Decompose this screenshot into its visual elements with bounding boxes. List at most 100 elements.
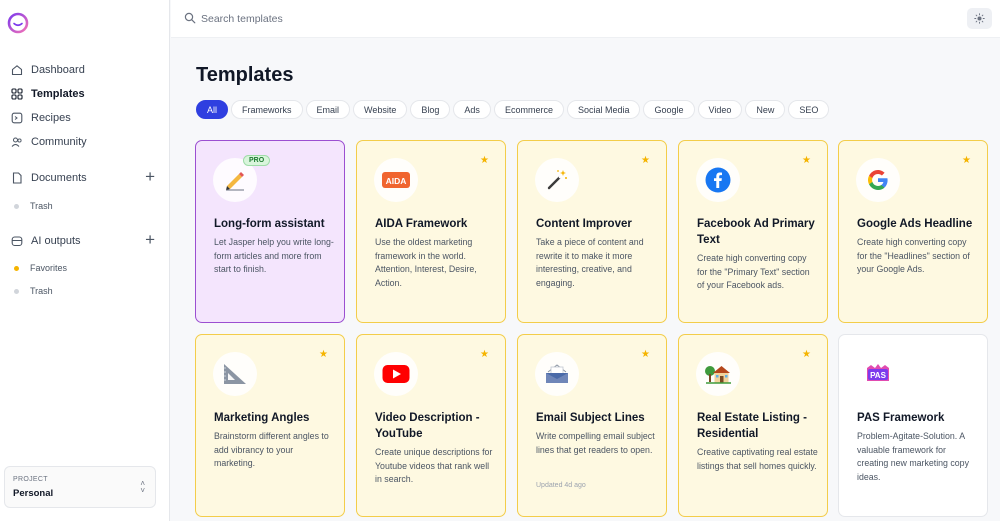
tab-social-media[interactable]: Social Media	[566, 100, 641, 119]
search-icon	[184, 12, 196, 24]
card-title: AIDA Framework	[375, 218, 468, 230]
template-card-real-estate-listing-residential[interactable]: ★ Real Estate Listing - Residential Crea…	[678, 334, 828, 517]
card-description: Create high converting copy for the "Pri…	[697, 253, 810, 290]
star-icon[interactable]: ★	[641, 156, 650, 166]
tab-new[interactable]: New	[745, 100, 786, 119]
card-description: Brainstorm different angles to add vibra…	[214, 431, 329, 468]
pro-badge: PRO	[243, 155, 271, 166]
card-description: Creative captivating real estate listing…	[697, 447, 818, 471]
documents-label: Documents	[31, 172, 87, 184]
house-icon	[696, 352, 740, 396]
card-description: Write compelling email subject lines tha…	[536, 431, 655, 455]
triangle-ruler-icon	[213, 352, 257, 396]
bullet-icon	[14, 203, 19, 209]
tab-blog[interactable]: Blog	[410, 100, 451, 119]
card-title: Real Estate Listing - Residential	[697, 412, 807, 440]
tab-frameworks[interactable]: Frameworks	[231, 100, 303, 119]
documents-trash-label: Trash	[30, 201, 53, 211]
ai-outputs-label: AI outputs	[31, 235, 81, 247]
card-description: Problem-Agitate-Solution. A valuable fra…	[857, 431, 969, 482]
google-icon	[856, 158, 900, 202]
star-icon[interactable]: ★	[802, 156, 811, 166]
card-title: Content Improver	[536, 218, 632, 230]
recipe-icon	[10, 112, 23, 125]
chevron-up-down-icon: ˄ ˅	[140, 479, 145, 495]
sidebar-item-label: Recipes	[31, 112, 71, 124]
template-card-content-improver[interactable]: ★ Content Improver Take a piece of conte…	[517, 140, 667, 323]
sidebar-item-label: Templates	[31, 88, 85, 100]
aida-icon: AIDA	[374, 158, 418, 202]
template-card-email-subject-lines[interactable]: ★ Email Subject Lines Write compelling e…	[517, 334, 667, 517]
category-tabs: All Frameworks Email Website Blog Ads Ec…	[196, 100, 830, 119]
search-input[interactable]	[201, 9, 501, 29]
star-icon[interactable]: ★	[480, 156, 489, 166]
tab-email[interactable]: Email	[305, 100, 351, 119]
project-label: PROJECT	[13, 476, 48, 483]
star-icon[interactable]: ★	[802, 350, 811, 360]
pas-icon: PAS	[856, 352, 900, 396]
updated-timestamp: Updated 4d ago	[536, 482, 586, 489]
card-description: Take a piece of content and rewrite it t…	[536, 237, 644, 288]
card-title: Marketing Angles	[214, 412, 310, 424]
sidebar-item-label: Community	[31, 136, 87, 148]
add-document-button[interactable]: +	[145, 168, 155, 185]
facebook-icon	[696, 158, 740, 202]
card-title: Video Description - YouTube	[375, 412, 480, 440]
tab-ads[interactable]: Ads	[453, 100, 491, 119]
project-value: Personal	[13, 488, 54, 499]
project-selector[interactable]: PROJECT Personal ˄ ˅	[4, 466, 156, 508]
template-card-aida-framework[interactable]: AIDA ★ AIDA Framework Use the oldest mar…	[356, 140, 506, 323]
card-title: Email Subject Lines	[536, 412, 645, 424]
grid-icon	[10, 88, 23, 101]
sidebar-item-templates[interactable]: Templates	[10, 84, 85, 104]
card-description: Let Jasper help you write long-form arti…	[214, 237, 334, 274]
ai-outputs-trash-label: Trash	[30, 286, 53, 296]
tab-website[interactable]: Website	[353, 100, 408, 119]
star-icon[interactable]: ★	[480, 350, 489, 360]
sidebar-item-dashboard[interactable]: Dashboard	[10, 60, 85, 80]
template-card-facebook-ad-primary-text[interactable]: ★ Facebook Ad Primary Text Create high c…	[678, 140, 828, 323]
template-card-video-description-youtube[interactable]: ★ Video Description - YouTube Create uni…	[356, 334, 506, 517]
card-title: Google Ads Headline	[857, 218, 973, 230]
template-card-google-ads-headline[interactable]: ★ Google Ads Headline Create high conver…	[838, 140, 988, 323]
favorites-label: Favorites	[30, 263, 68, 273]
theme-toggle-button[interactable]	[967, 8, 992, 29]
ai-outputs-trash[interactable]: Trash	[14, 283, 53, 299]
youtube-icon	[374, 352, 418, 396]
template-card-pas-framework[interactable]: PAS PAS Framework Problem-Agitate-Soluti…	[838, 334, 988, 517]
tab-google[interactable]: Google	[643, 100, 695, 119]
ai-outputs-section[interactable]: AI outputs +	[10, 231, 155, 251]
jasper-logo-icon[interactable]	[7, 12, 29, 34]
documents-trash[interactable]: Trash	[14, 198, 53, 214]
add-ai-output-button[interactable]: +	[145, 231, 155, 248]
card-title: Facebook Ad Primary Text	[697, 218, 815, 246]
sidebar-item-community[interactable]: Community	[10, 132, 87, 152]
home-icon	[10, 64, 23, 77]
database-icon	[10, 235, 23, 248]
template-card-long-form-assistant[interactable]: PRO Long-form assistant Let Jasper help …	[195, 140, 345, 323]
pas-icon-text: PAS	[870, 371, 887, 380]
bullet-icon	[14, 288, 19, 294]
documents-section[interactable]: Documents +	[10, 168, 155, 188]
card-description: Use the oldest marketing framework in th…	[375, 237, 477, 288]
bullet-icon	[14, 265, 19, 271]
sidebar-item-label: Dashboard	[31, 64, 85, 76]
star-icon[interactable]: ★	[962, 156, 971, 166]
star-icon[interactable]: ★	[641, 350, 650, 360]
card-title: Long-form assistant	[214, 218, 325, 230]
sidebar-item-recipes[interactable]: Recipes	[10, 108, 71, 128]
tab-seo[interactable]: SEO	[788, 100, 830, 119]
users-icon	[10, 136, 23, 149]
sun-icon	[974, 13, 985, 24]
star-icon[interactable]: ★	[319, 350, 328, 360]
tab-video[interactable]: Video	[697, 100, 743, 119]
template-card-marketing-angles[interactable]: ★ Marketing Angles Brainstorm different …	[195, 334, 345, 517]
aida-icon-text: AIDA	[386, 176, 407, 186]
card-description: Create unique descriptions for Youtube v…	[375, 447, 493, 484]
ai-outputs-favorites[interactable]: Favorites	[14, 260, 67, 276]
inbox-icon	[535, 352, 579, 396]
document-icon	[10, 172, 23, 185]
tab-all[interactable]: All	[196, 100, 229, 119]
tab-ecommerce[interactable]: Ecommerce	[493, 100, 564, 119]
sidebar: Dashboard Templates Recipes Community Do…	[0, 0, 170, 521]
